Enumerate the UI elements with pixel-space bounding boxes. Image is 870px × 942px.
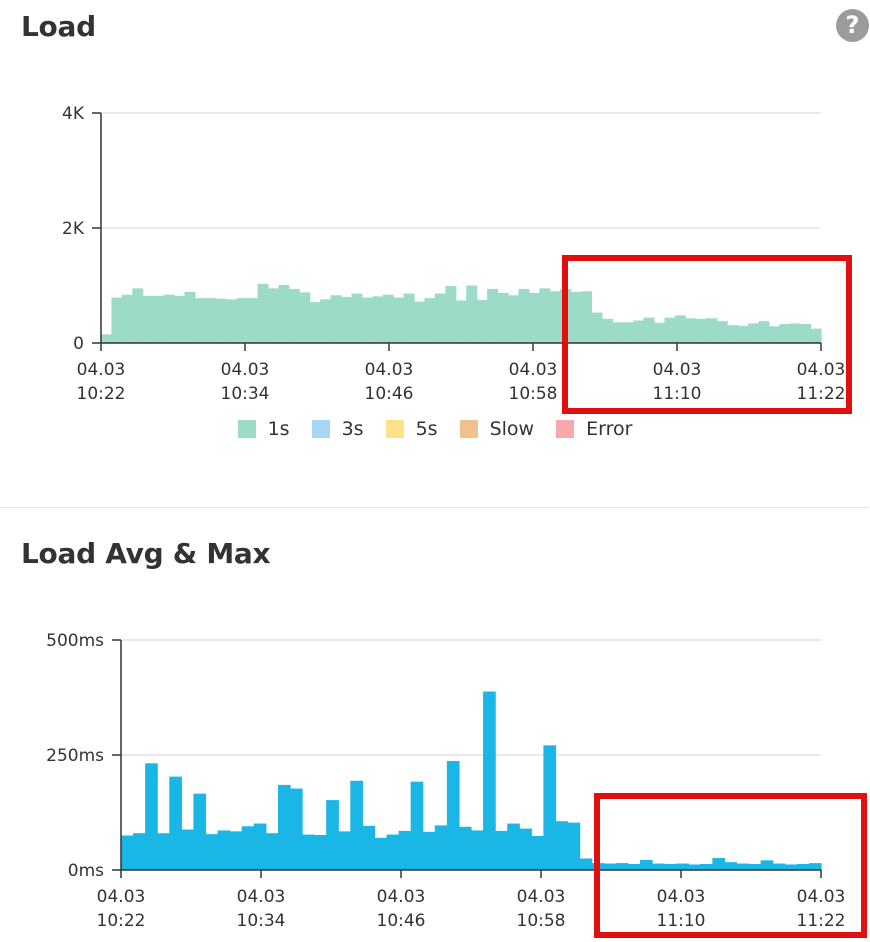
avg-bar <box>326 800 339 870</box>
avg-bar <box>688 864 701 870</box>
avg-bar <box>302 834 315 870</box>
avg-bar <box>217 830 231 870</box>
avg-bar <box>398 830 412 870</box>
avg-bar <box>241 826 255 870</box>
avg-bar <box>422 831 436 870</box>
avg-bar <box>446 760 460 870</box>
avg-bar <box>229 831 243 870</box>
avg-bar <box>253 823 267 870</box>
avg-bar <box>133 833 146 870</box>
avg-bar <box>121 835 134 870</box>
avg-bar <box>591 863 605 870</box>
avg-bar <box>543 745 557 870</box>
avg-x-tick-time: 11:22 <box>797 911 846 931</box>
avg-bar <box>760 860 774 870</box>
avg-bar <box>362 825 376 870</box>
avg-x-tick-date: 04.03 <box>377 887 426 907</box>
avg-bar <box>157 833 170 870</box>
avg-bar <box>495 830 508 870</box>
avg-bar <box>434 825 448 870</box>
avg-bar <box>289 788 303 870</box>
avg-bar <box>724 862 738 870</box>
avg-bar <box>483 691 496 870</box>
avg-bar <box>314 835 327 870</box>
avg-x-tick-date: 04.03 <box>97 887 146 907</box>
avg-bar <box>796 864 810 870</box>
avg-bar <box>639 859 653 870</box>
avg-x-tick-date: 04.03 <box>657 887 706 907</box>
avg-bar <box>615 863 629 870</box>
avg-bar <box>772 863 786 870</box>
avg-bar <box>664 864 677 870</box>
avg-bar <box>700 864 713 870</box>
avg-bar <box>555 821 569 870</box>
avg-x-tick-time: 10:46 <box>377 911 426 931</box>
avg-bar <box>784 864 798 870</box>
avg-bar <box>567 822 581 870</box>
avg-bar <box>507 823 520 870</box>
avg-x-tick-time: 10:22 <box>97 911 146 931</box>
avg-bar <box>193 793 207 870</box>
avg-bar <box>579 858 593 870</box>
avg-x-tick-time: 10:34 <box>237 911 286 931</box>
avg-bar <box>145 763 158 870</box>
avg-bar <box>736 863 750 870</box>
avg-bar <box>265 833 279 870</box>
avg-bar <box>471 830 484 870</box>
load-avg-max-chart: 0ms 250ms 500ms 04.03 10:22 04.03 10:34 04.03 10… <box>46 631 846 931</box>
avg-bar <box>808 863 822 870</box>
avg-bar <box>519 828 532 870</box>
avg-bar <box>748 864 762 870</box>
avg-bar <box>410 781 424 870</box>
avg-bar <box>277 784 291 870</box>
avg-bar <box>338 831 351 870</box>
avg-x-tick-time: 11:10 <box>657 911 706 931</box>
avg-bar <box>205 834 219 870</box>
avg-bar <box>627 864 641 870</box>
avg-x-tick-time: 10:58 <box>517 911 566 931</box>
avg-bar <box>603 863 617 870</box>
avg-bar <box>169 776 182 870</box>
avg-y-tick-label: 0ms <box>68 861 104 881</box>
avg-y-tick-label: 250ms <box>46 746 104 766</box>
avg-x-tick-date: 04.03 <box>237 887 286 907</box>
avg-bar <box>676 863 689 870</box>
avg-bar <box>181 829 195 870</box>
avg-x-tick-date: 04.03 <box>517 887 566 907</box>
avg-bar <box>712 858 726 870</box>
avg-bar <box>374 837 388 870</box>
avg-x-tick-date: 04.03 <box>797 887 846 907</box>
avg-bar <box>458 826 472 870</box>
avg-bar <box>386 834 400 870</box>
avg-bar <box>652 863 665 870</box>
avg-y-tick-label: 500ms <box>46 631 104 651</box>
avg-bar <box>350 780 363 870</box>
avg-bar <box>531 835 545 870</box>
